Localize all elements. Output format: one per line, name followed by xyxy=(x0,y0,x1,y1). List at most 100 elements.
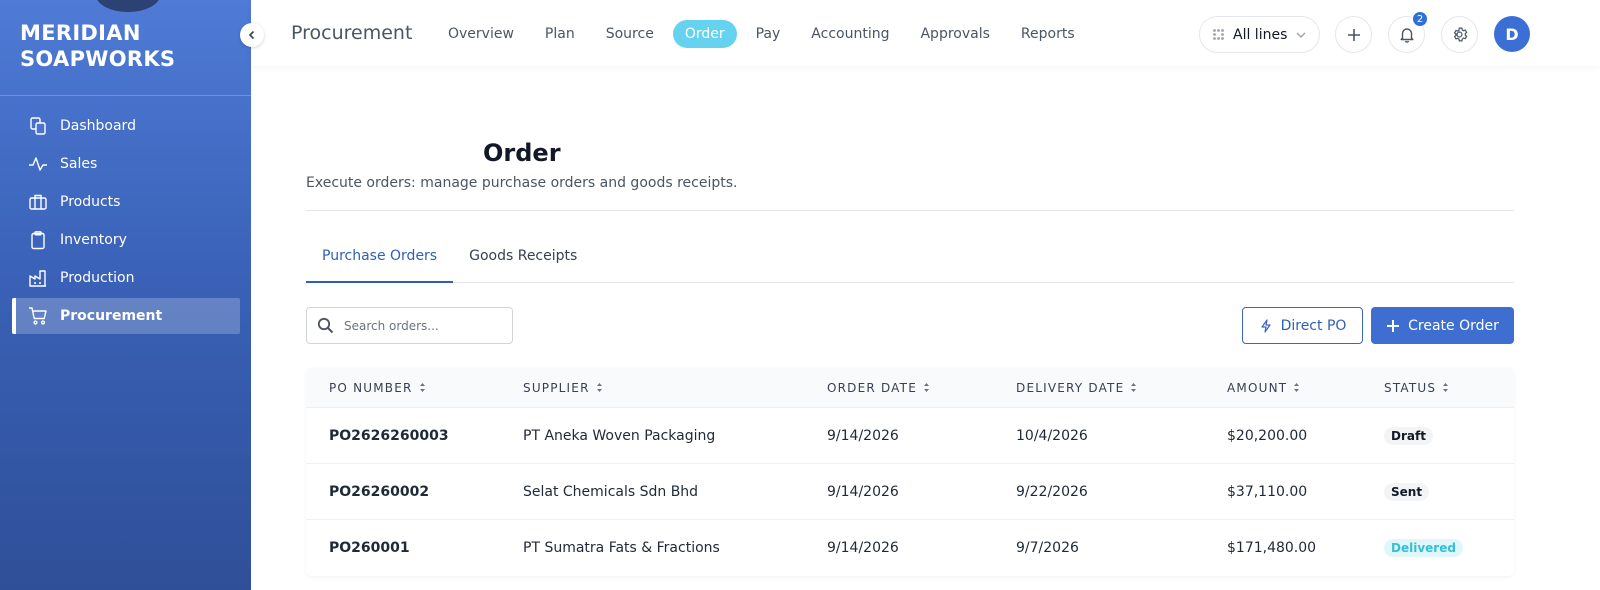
collapse-sidebar-button[interactable] xyxy=(240,23,264,47)
cell-delivery-date: 10/4/2026 xyxy=(1016,427,1088,444)
status-badge: Draft xyxy=(1384,426,1433,445)
table-row[interactable]: PO26260002 Selat Chemicals Sdn Bhd 9/14/… xyxy=(306,464,1514,520)
search-box xyxy=(306,307,513,344)
topnav-accounting[interactable]: Accounting xyxy=(799,20,901,48)
topnav-plan[interactable]: Plan xyxy=(533,20,587,48)
clipboard-icon xyxy=(28,230,48,250)
brand-line-2: SOAPWORKS xyxy=(20,47,176,71)
page-title: Order xyxy=(483,139,561,167)
cell-amount: $171,480.00 xyxy=(1227,540,1317,556)
header-label: AMOUNT xyxy=(1227,380,1288,395)
sidebar-item-label: Dashboard xyxy=(60,118,136,134)
notifications-button[interactable]: 2 xyxy=(1388,11,1428,53)
factory-icon xyxy=(28,268,48,288)
col-header-po-number[interactable]: PO NUMBER xyxy=(329,381,426,395)
page-subtitle: Execute orders: manage purchase orders a… xyxy=(306,175,738,191)
table-row[interactable]: PO2626260003 PT Aneka Woven Packaging 9/… xyxy=(306,408,1514,464)
chevron-left-icon xyxy=(248,30,255,40)
grid-dots-icon xyxy=(1213,29,1224,40)
settings-button[interactable] xyxy=(1441,16,1478,53)
add-button[interactable] xyxy=(1335,16,1372,53)
brand-line-1: MERIDIAN xyxy=(20,21,141,45)
sidebar-nav: Dashboard Sales Products Inventory Produ… xyxy=(12,108,240,336)
header-label: STATUS xyxy=(1384,380,1437,395)
sort-icon xyxy=(1443,383,1449,392)
col-header-order-date[interactable]: ORDER DATE xyxy=(827,381,930,395)
gear-icon xyxy=(1453,27,1468,42)
sidebar-item-dashboard[interactable]: Dashboard xyxy=(12,108,240,144)
cell-supplier: PT Aneka Woven Packaging xyxy=(523,427,716,444)
copy-icon xyxy=(28,116,48,136)
sidebar-item-products[interactable]: Products xyxy=(12,184,240,220)
cell-order-date: 9/14/2026 xyxy=(827,427,899,444)
search-icon xyxy=(317,317,334,334)
col-header-amount[interactable]: AMOUNT xyxy=(1227,381,1300,395)
cell-po-number[interactable]: PO26260002 xyxy=(329,484,429,500)
col-header-status[interactable]: STATUS xyxy=(1384,381,1449,395)
plus-icon xyxy=(1347,28,1360,41)
bell-icon xyxy=(1400,28,1413,43)
divider xyxy=(0,95,251,96)
col-header-delivery-date[interactable]: DELIVERY DATE xyxy=(1016,381,1137,395)
app-title: Procurement xyxy=(291,22,413,44)
sidebar-item-label: Products xyxy=(60,194,121,210)
topnav-order[interactable]: Order xyxy=(672,20,737,48)
col-header-supplier[interactable]: SUPPLIER xyxy=(523,381,603,395)
lines-select-value: All lines xyxy=(1233,26,1288,43)
cell-delivery-date: 9/22/2026 xyxy=(1016,483,1088,500)
direct-po-label: Direct PO xyxy=(1280,317,1347,334)
topbar: Procurement Overview Plan Source Order P… xyxy=(251,0,1600,66)
lines-select[interactable]: All lines xyxy=(1199,16,1320,53)
status-badge: Sent xyxy=(1384,482,1430,501)
topnav-pay[interactable]: Pay xyxy=(744,20,793,48)
sidebar-item-production[interactable]: Production xyxy=(12,260,240,296)
search-input[interactable] xyxy=(344,318,494,333)
table-row[interactable]: PO260001 PT Sumatra Fats & Fractions 9/1… xyxy=(306,520,1514,576)
topnav-source[interactable]: Source xyxy=(594,20,666,48)
topnav-approvals[interactable]: Approvals xyxy=(908,20,1001,48)
tab-purchase-orders[interactable]: Purchase Orders xyxy=(306,240,454,283)
create-order-label: Create Order xyxy=(1408,317,1499,334)
notification-badge: 2 xyxy=(1412,11,1428,27)
orders-table: PO NUMBER SUPPLIER ORDER DATE DELIVERY D… xyxy=(306,368,1514,576)
sort-icon xyxy=(596,383,602,392)
cell-delivery-date: 9/7/2026 xyxy=(1016,540,1079,556)
chevron-down-icon xyxy=(1296,32,1306,38)
header-label: PO NUMBER xyxy=(329,380,413,395)
sidebar-item-procurement[interactable]: Procurement xyxy=(12,298,240,334)
sort-icon xyxy=(1131,383,1137,392)
cell-amount: $37,110.00 xyxy=(1227,483,1308,500)
sort-icon xyxy=(923,383,929,392)
top-nav: Overview Plan Source Order Pay Accountin… xyxy=(436,20,1094,48)
divider xyxy=(306,210,1514,211)
cell-po-number[interactable]: PO260001 xyxy=(329,540,410,556)
sort-icon xyxy=(1294,383,1300,392)
cart-icon xyxy=(28,306,48,326)
topnav-overview[interactable]: Overview xyxy=(436,20,526,48)
brand-logo[interactable]: MERIDIAN SOAPWORKS xyxy=(20,20,175,72)
header-label: DELIVERY DATE xyxy=(1016,380,1125,395)
sidebar-item-sales[interactable]: Sales xyxy=(12,146,240,182)
topnav-reports[interactable]: Reports xyxy=(1009,20,1087,48)
cell-po-number[interactable]: PO2626260003 xyxy=(329,428,449,444)
cell-supplier: Selat Chemicals Sdn Bhd xyxy=(523,483,699,500)
plus-icon xyxy=(1387,319,1400,332)
cell-order-date: 9/14/2026 xyxy=(827,483,899,500)
create-order-button[interactable]: Create Order xyxy=(1371,307,1514,344)
briefcase-icon xyxy=(28,192,48,212)
sidebar-item-inventory[interactable]: Inventory xyxy=(12,222,240,258)
tabs: Purchase Orders Goods Receipts xyxy=(306,240,1514,283)
user-avatar[interactable]: D xyxy=(1494,16,1530,52)
sort-icon xyxy=(419,383,425,392)
cell-order-date: 9/14/2026 xyxy=(827,540,899,556)
sidebar-item-label: Procurement xyxy=(60,308,163,324)
cell-amount: $20,200.00 xyxy=(1227,427,1308,444)
header-label: ORDER DATE xyxy=(827,380,917,395)
sidebar: MERIDIAN SOAPWORKS Dashboard Sales Produ… xyxy=(0,0,251,590)
direct-po-button[interactable]: Direct PO xyxy=(1242,307,1363,344)
brand-decoration xyxy=(96,0,160,12)
activity-icon xyxy=(28,154,48,174)
status-badge: Delivered xyxy=(1384,539,1463,557)
tab-goods-receipts[interactable]: Goods Receipts xyxy=(453,240,593,283)
table-header: PO NUMBER SUPPLIER ORDER DATE DELIVERY D… xyxy=(306,368,1514,408)
